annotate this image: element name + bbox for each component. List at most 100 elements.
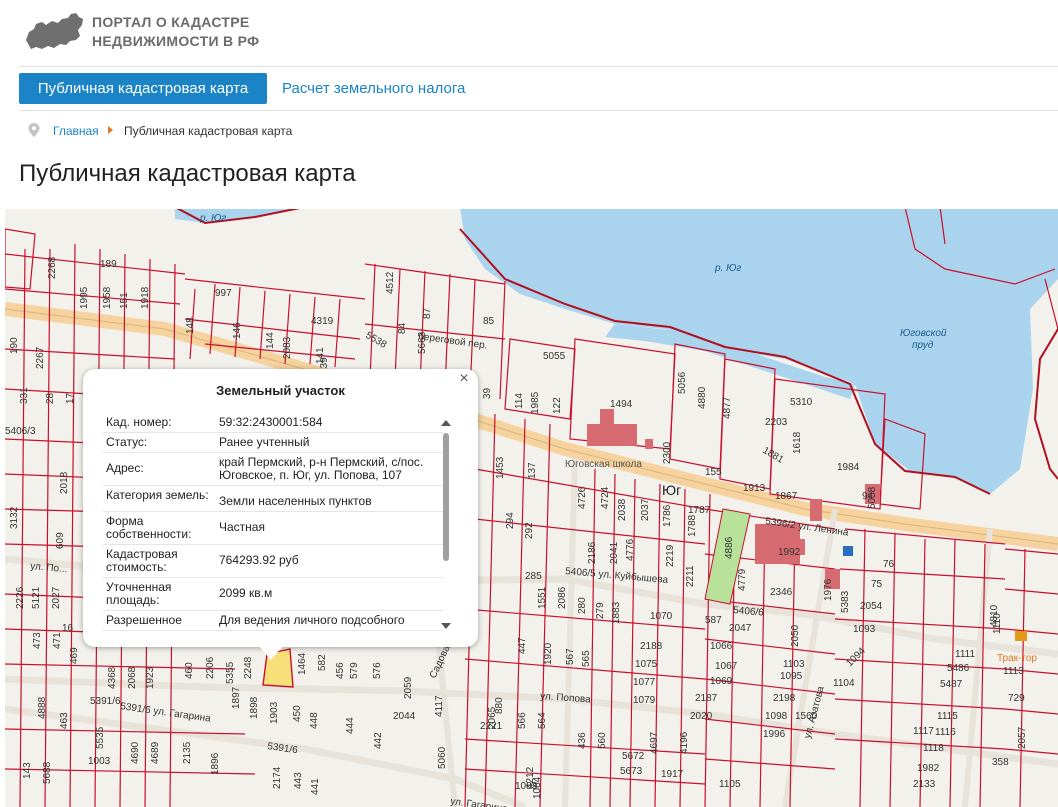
parcel-number[interactable]: 1976 xyxy=(823,578,834,601)
parcel-number[interactable]: 285 xyxy=(525,571,542,582)
parcel-number[interactable]: 2346 xyxy=(770,587,793,598)
parcel-number[interactable]: 1920 xyxy=(543,642,554,665)
parcel-number[interactable]: 5487 xyxy=(940,679,963,690)
parcel-number[interactable]: 144 xyxy=(265,332,276,349)
parcel-number[interactable]: 5055 xyxy=(543,351,566,362)
parcel-number[interactable]: 5310 xyxy=(790,397,813,408)
parcel-number[interactable]: 997 xyxy=(215,288,232,299)
parcel-number[interactable]: 148 xyxy=(185,317,196,334)
parcel-number[interactable]: 146 xyxy=(232,322,243,339)
parcel-number[interactable]: 4368 xyxy=(107,666,118,689)
parcel-number[interactable]: 1103 xyxy=(783,659,805,670)
parcel-number[interactable]: 2054 xyxy=(860,601,883,612)
parcel-number[interactable]: 565 xyxy=(581,650,592,667)
parcel-number[interactable]: 1110 xyxy=(992,613,1003,634)
parcel-number[interactable]: 2174 xyxy=(272,766,283,789)
parcel-number[interactable]: 4888 xyxy=(37,696,48,719)
parcel-number[interactable]: 1453 xyxy=(495,456,506,479)
parcel-number[interactable]: 1787 xyxy=(688,505,711,516)
parcel-number[interactable]: 471 xyxy=(52,632,63,649)
cadastral-map[interactable]: р. Юг р. Юг Юговской пруд 5396/2 ул. Лен… xyxy=(5,209,1058,807)
parcel-number[interactable]: 1918 xyxy=(140,286,151,309)
parcel-number[interactable]: 294 xyxy=(505,512,516,529)
parcel-number[interactable]: 39 xyxy=(482,387,493,399)
parcel-number[interactable]: 2248 xyxy=(243,656,254,679)
parcel-number[interactable]: 4212 xyxy=(525,766,536,789)
parcel-number[interactable]: 4880 xyxy=(697,386,708,409)
parcel-number[interactable]: 1077 xyxy=(633,677,656,688)
parcel-number[interactable]: 2206 xyxy=(205,656,216,679)
scroll-up-icon[interactable] xyxy=(441,420,451,426)
parcel-number[interactable]: 5058 xyxy=(867,486,878,509)
parcel-number[interactable]: 5688 xyxy=(42,761,53,784)
parcel-number[interactable]: 85 xyxy=(483,316,495,327)
parcel-number[interactable]: 122 xyxy=(552,397,563,414)
parcel-number[interactable]: 442 xyxy=(373,732,384,749)
parcel-number[interactable]: 4512 xyxy=(385,271,396,294)
parcel-number[interactable]: 1093 xyxy=(853,624,876,635)
russia-map-logo-icon[interactable] xyxy=(24,10,86,52)
parcel-number[interactable]: 469 xyxy=(69,647,80,664)
parcel-number[interactable]: 1098 xyxy=(765,711,788,722)
parcel-number[interactable]: 729 xyxy=(1008,693,1025,704)
parcel-number[interactable]: 1923 xyxy=(145,666,156,689)
parcel-number[interactable]: 1560 xyxy=(795,711,818,722)
parcel-number[interactable]: 576 xyxy=(372,662,383,679)
parcel-number[interactable]: 1494 xyxy=(610,399,633,410)
parcel-number[interactable]: 2038 xyxy=(617,498,628,521)
parcel-number[interactable]: 1067 xyxy=(715,661,738,672)
parcel-number[interactable]: 1069 xyxy=(710,676,733,687)
parcel-number[interactable]: 2083 xyxy=(282,336,293,359)
parcel-number[interactable]: 2226 xyxy=(15,586,26,609)
parcel-number[interactable]: 1897 xyxy=(231,686,242,709)
parcel-number[interactable]: 5535 xyxy=(95,726,106,749)
parcel-number[interactable]: 5060 xyxy=(437,746,448,769)
parcel-number[interactable]: 5663 xyxy=(417,331,428,354)
parcel-number[interactable]: 1913 xyxy=(743,483,766,494)
parcel-number[interactable]: 2188 xyxy=(640,641,663,652)
tab-land-tax[interactable]: Расчет земельного налога xyxy=(282,73,465,104)
parcel-number[interactable]: 450 xyxy=(292,705,303,722)
parcel-number[interactable]: 587 xyxy=(705,615,722,626)
parcel-number[interactable]: 4877 xyxy=(722,396,733,419)
parcel-number[interactable]: 5391/6 xyxy=(90,696,121,707)
parcel-number[interactable]: 2041 xyxy=(609,541,620,564)
parcel-number[interactable]: 564 xyxy=(537,712,548,729)
parcel-number[interactable]: 155 xyxy=(705,467,722,478)
parcel-number[interactable]: 436 xyxy=(577,732,588,749)
close-icon[interactable]: × xyxy=(456,371,472,387)
parcel-number[interactable]: 76 xyxy=(883,559,895,570)
parcel-number[interactable]: 5383 xyxy=(840,590,851,613)
parcel-number[interactable]: 2037 xyxy=(640,498,651,521)
parcel-number[interactable]: 4886 xyxy=(724,536,735,559)
parcel-number[interactable]: 1982 xyxy=(917,763,940,774)
tab-cadastral-map[interactable]: Публичная кадастровая карта xyxy=(19,73,267,104)
parcel-number[interactable]: 1079 xyxy=(633,695,656,706)
parcel-number[interactable]: 1003 xyxy=(88,756,111,767)
parcel-number[interactable]: 1066 xyxy=(710,641,733,652)
parcel-number[interactable]: 1115 xyxy=(937,711,958,722)
parcel-number[interactable]: 4724 xyxy=(600,486,611,509)
parcel-number[interactable]: 444 xyxy=(345,717,356,734)
parcel-number[interactable]: 1113 xyxy=(1003,666,1024,677)
parcel-number[interactable]: 17 xyxy=(65,392,76,404)
parcel-number[interactable]: 4776 xyxy=(625,538,636,561)
parcel-number[interactable]: 1898 xyxy=(249,696,260,719)
tractor-poi-icon[interactable] xyxy=(1015,631,1027,641)
parcel-number[interactable]: 582 xyxy=(317,654,328,671)
parcel-number[interactable]: 5355 xyxy=(225,661,236,684)
parcel-number[interactable]: 2203 xyxy=(765,417,788,428)
parcel-number[interactable]: 2211 xyxy=(685,565,696,587)
parcel-number[interactable]: 137 xyxy=(527,462,538,479)
parcel-number[interactable]: 75 xyxy=(871,579,883,590)
parcel-number[interactable]: 2268 xyxy=(47,256,58,279)
parcel-number[interactable]: 448 xyxy=(309,712,320,729)
parcel-number[interactable]: 1881 xyxy=(761,445,786,466)
parcel-number[interactable]: 1984 xyxy=(837,462,860,473)
parcel-number[interactable]: 447 xyxy=(517,637,528,654)
parcel-number[interactable]: 2219 xyxy=(665,544,676,567)
parcel-number[interactable]: 190 xyxy=(9,337,20,354)
parcel-number[interactable]: 2187 xyxy=(695,693,718,704)
parcel-number[interactable]: 1896 xyxy=(210,752,221,775)
parcel-number[interactable]: 2057 xyxy=(1017,726,1028,749)
